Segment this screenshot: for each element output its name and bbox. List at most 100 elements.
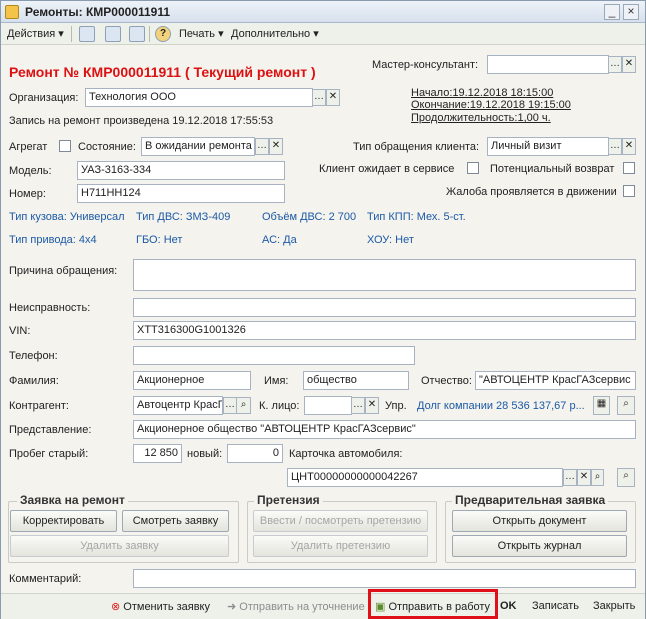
open-journal-button[interactable]: Открыть журнал bbox=[452, 535, 627, 557]
engine-type: Тип ДВС: ЗМЗ-409 bbox=[136, 211, 231, 223]
toolbar: Действия ▾ ? Печать ▾ Дополнительно ▾ bbox=[1, 23, 645, 45]
cancel-request-button[interactable]: ⊗ Отменить заявку bbox=[111, 600, 210, 613]
appeal-type-clear-button[interactable]: ✕ bbox=[622, 138, 636, 155]
more-menu[interactable]: Дополнительно ▾ bbox=[231, 27, 319, 40]
master-select-button[interactable]: … bbox=[608, 56, 622, 73]
mileage-old-field[interactable]: 12 850 bbox=[133, 444, 182, 463]
separator bbox=[71, 26, 72, 42]
save-button[interactable]: Записать bbox=[532, 600, 579, 612]
enter-claim-button[interactable]: Ввести / посмотреть претензию bbox=[253, 510, 428, 532]
delete-request-button[interactable]: Удалить заявку bbox=[10, 535, 229, 557]
car-card-label: Карточка автомобиля: bbox=[289, 448, 403, 460]
body-type: Тип кузова: Универсал bbox=[9, 211, 125, 223]
state-field[interactable]: В ожидании ремонта bbox=[141, 137, 255, 156]
org-label: Организация: bbox=[9, 92, 79, 104]
counterparty-field[interactable]: Автоцентр КрасГ bbox=[133, 396, 223, 415]
start-link[interactable]: Начало:19.12.2018 18:15:00 bbox=[411, 87, 553, 99]
car-card-select-button[interactable]: … bbox=[563, 469, 577, 486]
surname-field[interactable]: Акционерное bbox=[133, 371, 251, 390]
mileage-new-field[interactable]: 0 bbox=[227, 444, 283, 463]
patronymic-field[interactable]: "АВТОЦЕНТР КрасГАЗсервис bbox=[475, 371, 636, 390]
appeal-type-select-button[interactable]: … bbox=[608, 138, 622, 155]
record-text: Запись на ремонт произведена 19.12.2018 … bbox=[9, 115, 274, 127]
surname-label: Фамилия: bbox=[9, 375, 59, 387]
gbo: ГБО: Нет bbox=[136, 234, 183, 246]
print-label: Печать bbox=[179, 28, 216, 40]
gearbox: Тип КПП: Мех. 5-ст. bbox=[367, 211, 466, 223]
arrow-right-icon: ➜ bbox=[227, 601, 237, 613]
view-request-button[interactable]: Смотреть заявку bbox=[122, 510, 229, 532]
ac: АС: Да bbox=[262, 234, 297, 246]
patronymic-label: Отчество: bbox=[421, 375, 472, 387]
upr-label: Упр. bbox=[385, 400, 407, 412]
state-label: Состояние: bbox=[78, 141, 136, 153]
comment-field[interactable] bbox=[133, 569, 636, 588]
comment-label: Комментарий: bbox=[9, 573, 82, 585]
number-field[interactable]: Н711НН124 bbox=[77, 184, 285, 203]
send-clarify-label: Отправить на уточнение bbox=[239, 601, 365, 613]
potential-return-checkbox[interactable] bbox=[623, 162, 635, 174]
org-clear-button[interactable]: ✕ bbox=[326, 89, 340, 106]
counterparty-search-icon[interactable]: ⌕ bbox=[236, 397, 251, 414]
footer-bar: ⊗ Отменить заявку ➜ Отправить на уточнен… bbox=[1, 593, 645, 619]
cancel-request-label: Отменить заявку bbox=[123, 601, 210, 613]
client-waits-checkbox[interactable] bbox=[467, 162, 479, 174]
reason-field[interactable] bbox=[133, 259, 636, 291]
state-clear-button[interactable]: ✕ bbox=[269, 138, 283, 155]
complaint-label: Жалоба проявляется в движении bbox=[446, 186, 617, 198]
name-field[interactable]: общество bbox=[303, 371, 409, 390]
close-icon[interactable]: × bbox=[623, 4, 639, 20]
contact-select-button[interactable]: … bbox=[351, 397, 365, 414]
minimize-icon[interactable]: _ bbox=[604, 4, 620, 20]
help-icon[interactable]: ? bbox=[155, 26, 171, 42]
state-select-button[interactable]: … bbox=[255, 138, 269, 155]
counterparty-select-button[interactable]: … bbox=[223, 397, 237, 414]
master-field[interactable] bbox=[487, 55, 609, 74]
car-card-field[interactable]: ЦНТ00000000000042267 bbox=[287, 468, 563, 487]
search-icon[interactable]: ⌕ bbox=[617, 396, 635, 415]
actions-label: Действия bbox=[7, 28, 56, 40]
calendar-icon[interactable]: ▦ bbox=[593, 396, 610, 415]
window-title: Ремонты: КМР000011911 bbox=[25, 5, 171, 19]
model-field[interactable]: УАЗ-3163-334 bbox=[77, 161, 285, 180]
duration-link[interactable]: Продолжительность:1,00 ч. bbox=[411, 112, 551, 124]
print-menu[interactable]: Печать ▾ bbox=[179, 27, 224, 40]
open-document-button[interactable]: Открыть документ bbox=[452, 510, 627, 532]
end-link[interactable]: Окончание:19.12.2018 19:15:00 bbox=[411, 99, 571, 111]
engine-volume: Объём ДВС: 2 700 bbox=[262, 211, 357, 223]
car-card-clear-button[interactable]: ✕ bbox=[577, 469, 591, 486]
ok-button[interactable]: OK bbox=[500, 600, 517, 612]
mileage-new-label: новый: bbox=[187, 448, 223, 460]
org-field[interactable]: Технология ООО bbox=[85, 88, 313, 107]
representation-field[interactable]: Акционерное общество "АВТОЦЕНТР КрасГАЗс… bbox=[133, 420, 636, 439]
phone-field[interactable] bbox=[133, 346, 415, 365]
send-clarify-button[interactable]: ➜ Отправить на уточнение bbox=[227, 600, 365, 613]
claim-title: Претензия bbox=[254, 493, 323, 507]
contact-clear-button[interactable]: ✕ bbox=[365, 397, 379, 414]
master-clear-button[interactable]: ✕ bbox=[622, 56, 636, 73]
refresh-icon[interactable] bbox=[129, 26, 145, 42]
car-search-icon[interactable]: ⌕ bbox=[617, 468, 635, 487]
post-icon[interactable] bbox=[79, 26, 95, 42]
phone-label: Телефон: bbox=[9, 350, 58, 362]
structure-icon[interactable] bbox=[105, 26, 121, 42]
xou: ХОУ: Нет bbox=[367, 234, 414, 246]
close-button[interactable]: Закрыть bbox=[593, 600, 635, 612]
repair-window: Ремонты: КМР000011911 _ × Действия ▾ ? П… bbox=[0, 0, 646, 619]
car-card-search-icon[interactable]: ⌕ bbox=[591, 469, 604, 486]
mileage-old-label: Пробег старый: bbox=[9, 448, 89, 460]
fault-field[interactable] bbox=[133, 298, 636, 317]
potential-return-label: Потенциальный возврат bbox=[490, 163, 615, 175]
contact-label: К. лицо: bbox=[259, 400, 300, 412]
appeal-type-field[interactable]: Личный визит bbox=[487, 137, 609, 156]
master-label: Мастер-консультант: bbox=[372, 59, 479, 71]
contact-field[interactable] bbox=[304, 396, 352, 415]
delete-claim-button[interactable]: Удалить претензию bbox=[253, 535, 428, 557]
org-select-button[interactable]: … bbox=[312, 89, 326, 106]
preliminary-title: Предварительная заявка bbox=[452, 493, 609, 507]
actions-menu[interactable]: Действия ▾ bbox=[7, 27, 64, 40]
correct-button[interactable]: Корректировать bbox=[10, 510, 117, 532]
vin-field[interactable]: ХТТ316300G1001326 bbox=[133, 321, 636, 340]
aggregate-checkbox[interactable] bbox=[59, 140, 71, 152]
complaint-checkbox[interactable] bbox=[623, 185, 635, 197]
